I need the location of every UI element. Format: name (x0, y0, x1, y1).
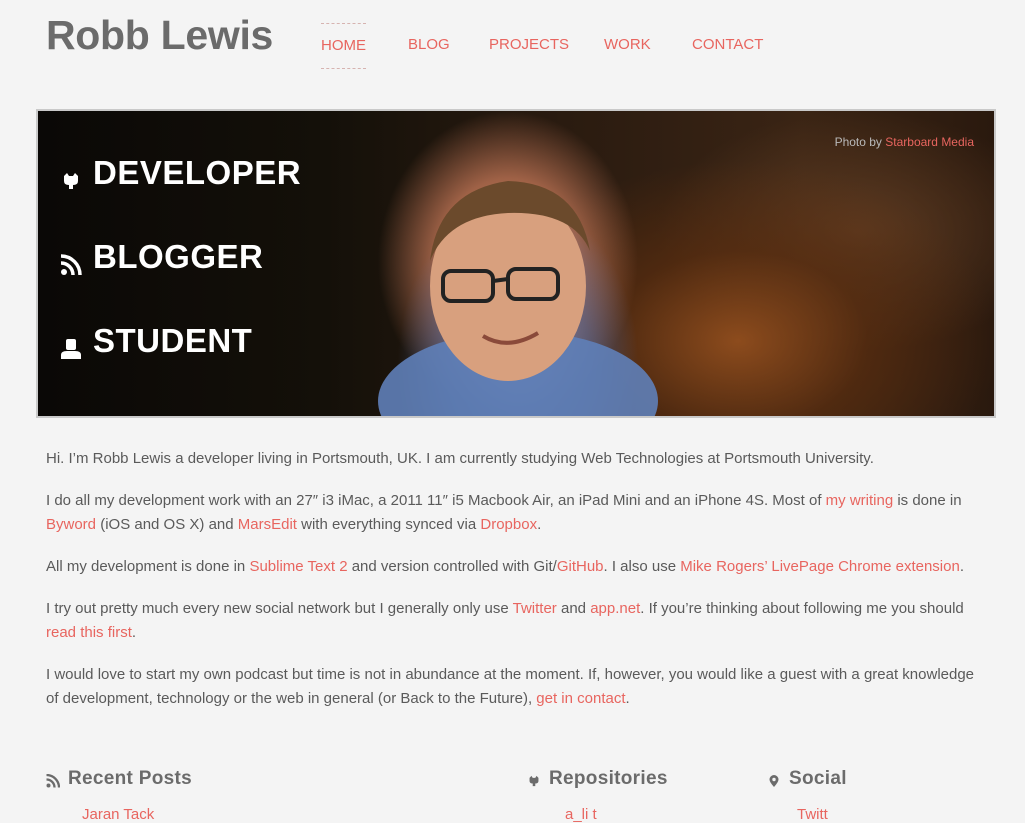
text: . I also use (603, 558, 681, 575)
intro-paragraph: All my development is done in Sublime Te… (46, 555, 981, 579)
nav-work[interactable]: WORK (604, 23, 651, 67)
social-item[interactable]: Twitt (797, 806, 828, 823)
hero-banner: DEVELOPER BLOGGER STUDENT Photo by Starb… (36, 109, 996, 418)
text: . (625, 690, 630, 707)
nav-blog[interactable]: BLOG (408, 23, 450, 67)
nav-projects[interactable]: PROJECTS (489, 23, 569, 67)
link-twitter[interactable]: Twitter (513, 600, 557, 617)
social-heading: Social (767, 765, 847, 793)
text: All my development is done in (46, 558, 250, 575)
photo-credit-link[interactable]: Starboard Media (885, 135, 974, 149)
text: and (556, 600, 591, 617)
link-dropbox[interactable]: Dropbox (480, 516, 537, 533)
text: (iOS and OS X) and (96, 516, 238, 533)
nav-home[interactable]: HOME (321, 23, 366, 69)
intro-paragraph: I try out pretty much every new social n… (46, 597, 981, 645)
hero-portrait-photo (378, 181, 658, 416)
link-marsedit[interactable]: MarsEdit (238, 516, 297, 533)
text: . (537, 516, 542, 533)
text: with everything synced via (296, 516, 481, 533)
repository-item[interactable]: a_li t (565, 806, 597, 823)
section-title: Recent Posts (68, 768, 192, 789)
rss-icon (46, 772, 61, 788)
location-pin-icon (767, 772, 781, 787)
link-read-this-first[interactable]: read this first (46, 624, 132, 641)
recent-post-item[interactable]: Jaran Tack (82, 806, 154, 823)
text: is done in (893, 492, 962, 509)
github-octocat-icon (527, 772, 541, 787)
section-title: Social (789, 768, 847, 789)
intro-paragraph: I would love to start my own podcast but… (46, 663, 981, 711)
link-livepage[interactable]: Mike Rogers’ LivePage Chrome extension (680, 558, 960, 575)
intro-text: Hi. I’m Robb Lewis a developer living in… (46, 447, 981, 729)
photo-credit: Photo by Starboard Media (835, 135, 974, 149)
recent-posts-heading: Recent Posts (46, 765, 192, 793)
section-title: Repositories (549, 768, 668, 789)
text: I would love to start my own podcast but… (46, 666, 975, 707)
text: I try out pretty much every new social n… (46, 600, 513, 617)
link-app-net[interactable]: app.net (590, 600, 640, 617)
link-get-in-contact[interactable]: get in contact (536, 690, 625, 707)
text: . (131, 624, 137, 641)
intro-paragraph: Hi. I’m Robb Lewis a developer living in… (46, 450, 874, 467)
site-title[interactable]: Robb Lewis (46, 12, 273, 59)
repositories-heading: Repositories (527, 765, 668, 793)
nav-contact[interactable]: CONTACT (692, 23, 763, 67)
text: I do all my development work with an 27″… (46, 492, 826, 509)
link-my-writing[interactable]: my writing (826, 492, 894, 509)
text: . (959, 558, 964, 575)
text: . If you’re thinking about following me … (640, 600, 964, 617)
intro-paragraph: I do all my development work with an 27″… (46, 489, 981, 537)
text: and version controlled with Git/ (347, 558, 557, 575)
photo-credit-prefix: Photo by (834, 135, 882, 149)
link-sublime-text[interactable]: Sublime Text 2 (249, 558, 347, 575)
link-byword[interactable]: Byword (46, 516, 96, 533)
link-github[interactable]: GitHub (557, 558, 604, 575)
